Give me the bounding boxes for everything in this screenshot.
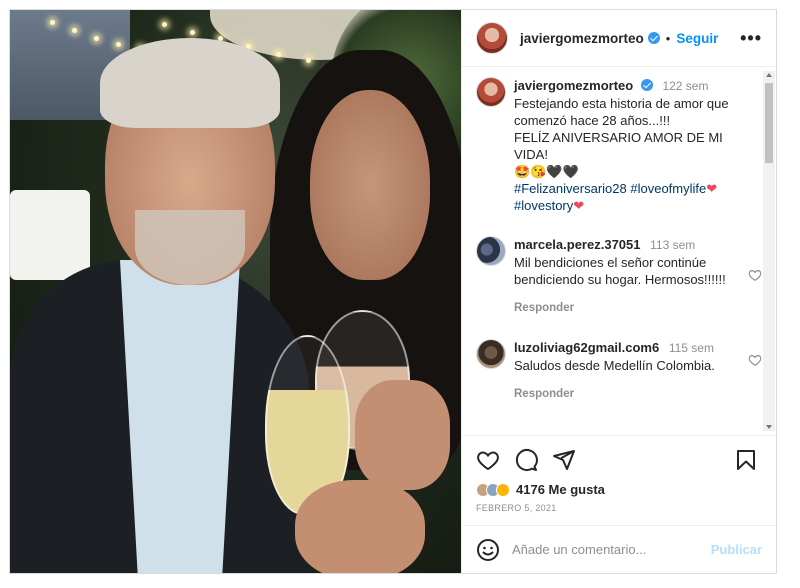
- likers-avatars[interactable]: [476, 482, 510, 497]
- author-avatar[interactable]: [476, 22, 508, 54]
- reply-button[interactable]: Responder: [514, 386, 750, 403]
- comment-icon[interactable]: [514, 448, 538, 472]
- post-photo[interactable]: [10, 10, 461, 573]
- scrollbar-thumb[interactable]: [765, 83, 773, 163]
- post-date[interactable]: FEBRERO 5, 2021: [476, 503, 762, 513]
- publish-button[interactable]: Publicar: [711, 542, 762, 557]
- comment-input[interactable]: [512, 542, 711, 557]
- caption-emojis: 🤩😘🖤🖤: [514, 164, 579, 179]
- separator-dot: •: [665, 30, 671, 46]
- save-icon[interactable]: [734, 448, 758, 472]
- likes-count[interactable]: 4176 Me gusta: [516, 482, 605, 497]
- comment-username[interactable]: marcela.perez.37051: [514, 237, 640, 252]
- caption-time[interactable]: 122 sem: [662, 79, 708, 93]
- heart-icon[interactable]: [748, 353, 762, 367]
- comment-time[interactable]: 115 sem: [669, 341, 714, 355]
- hashtag-link[interactable]: #lovestory: [514, 198, 573, 213]
- more-icon[interactable]: •••: [740, 28, 762, 49]
- comments-list[interactable]: javiergomezmorteo 122 sem Festejando est…: [462, 67, 776, 435]
- post-actions: 4176 Me gusta FEBRERO 5, 2021: [462, 435, 776, 525]
- follow-button[interactable]: Seguir: [676, 31, 718, 46]
- photo-background-table: [10, 190, 90, 280]
- caption-username[interactable]: javiergomezmorteo: [514, 78, 633, 93]
- hashtag-link[interactable]: #loveofmylife: [630, 181, 706, 196]
- scroll-down-arrow[interactable]: [766, 425, 772, 429]
- post-header: javiergomezmorteo • Seguir •••: [462, 10, 776, 67]
- caption-line-1: Festejando esta historia de amor que com…: [514, 96, 729, 128]
- hashtag-link[interactable]: #Felizaniversario28: [514, 181, 627, 196]
- share-icon[interactable]: [552, 448, 576, 472]
- man-shirt: [120, 260, 240, 573]
- author-username[interactable]: javiergomezmorteo: [520, 31, 644, 46]
- post-side-panel: javiergomezmorteo • Seguir ••• javiergom…: [461, 10, 776, 573]
- man-hair: [100, 38, 280, 128]
- heart-icon[interactable]: [748, 268, 762, 282]
- heart-icon[interactable]: [476, 448, 500, 472]
- comments-scrollbar[interactable]: [763, 71, 775, 431]
- commenter-avatar[interactable]: [476, 236, 506, 266]
- post-modal: javiergomezmorteo • Seguir ••• javiergom…: [9, 9, 777, 574]
- red-heart-emoji: ❤: [706, 181, 718, 196]
- scroll-up-arrow[interactable]: [766, 73, 772, 77]
- red-heart-emoji: ❤: [573, 198, 585, 213]
- comment-username[interactable]: luzoliviag62gmail.com6: [514, 340, 659, 355]
- comment-text: Mil bendiciones el señor continúe bendic…: [514, 255, 726, 287]
- add-comment-bar: Publicar: [462, 525, 776, 573]
- verified-icon: [640, 79, 653, 91]
- comment-time[interactable]: 113 sem: [650, 238, 695, 252]
- caption: javiergomezmorteo 122 sem Festejando est…: [476, 77, 750, 214]
- comment-item: marcela.perez.37051 113 sem Mil bendicio…: [476, 236, 762, 317]
- woman-hand: [355, 380, 450, 490]
- emoji-icon[interactable]: [476, 538, 500, 562]
- man-beard: [135, 210, 245, 285]
- woman-face: [310, 90, 430, 280]
- comment-item: luzoliviag62gmail.com6 115 sem Saludos d…: [476, 339, 762, 403]
- man-hand: [295, 480, 425, 573]
- verified-icon: [647, 32, 660, 44]
- reply-button[interactable]: Responder: [514, 300, 750, 317]
- commenter-avatar[interactable]: [476, 339, 506, 369]
- comment-text: Saludos desde Medellín Colombia.: [514, 358, 715, 373]
- caption-avatar[interactable]: [476, 77, 506, 107]
- caption-line-2: FELÍZ ANIVERSARIO AMOR DE MI VIDA!: [514, 130, 723, 162]
